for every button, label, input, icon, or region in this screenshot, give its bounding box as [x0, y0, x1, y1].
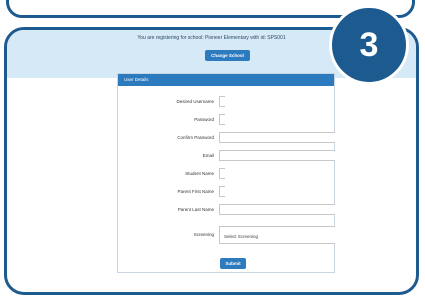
submit-button[interactable]: Submit	[220, 258, 246, 269]
screening-label: Screening	[193, 232, 214, 237]
form-row-email: Email	[118, 150, 335, 162]
parent-first-name-label: Parent First Name	[177, 189, 214, 194]
user-details-form: User Details Desired Username Password C…	[117, 73, 335, 273]
password-label: Password	[194, 117, 214, 122]
email-label: Email	[202, 153, 214, 158]
screening-select[interactable]: Select Screening	[219, 226, 335, 244]
form-row-parent-first-name: Parent First Name	[118, 186, 334, 198]
form-row-username: Desired Username	[118, 96, 334, 108]
parent-first-name-input[interactable]	[219, 186, 225, 197]
form-row-student-name: Student Name	[118, 168, 334, 180]
parent-last-name-input[interactable]	[219, 204, 335, 215]
email-input[interactable]	[219, 150, 335, 161]
student-name-label: Student Name	[185, 171, 214, 176]
confirm-password-label: Confirm Password	[177, 135, 214, 140]
form-row-parent-last-name: Parent Last Name	[118, 204, 335, 216]
student-name-input[interactable]	[219, 168, 225, 179]
parent-last-name-label: Parent Last Name	[177, 207, 214, 212]
username-label: Desired Username	[176, 99, 214, 104]
form-row-screening: Screening Select Screening	[118, 226, 335, 246]
form-row-password: Password	[118, 114, 334, 126]
step-number-badge: 3	[329, 5, 409, 85]
password-input[interactable]	[219, 114, 225, 125]
confirm-password-input[interactable]	[219, 132, 335, 143]
form-row-confirm-password: Confirm Password	[118, 132, 335, 144]
form-header: User Details	[118, 74, 334, 86]
change-school-button[interactable]: Change School	[205, 50, 250, 61]
username-input[interactable]	[219, 96, 225, 107]
